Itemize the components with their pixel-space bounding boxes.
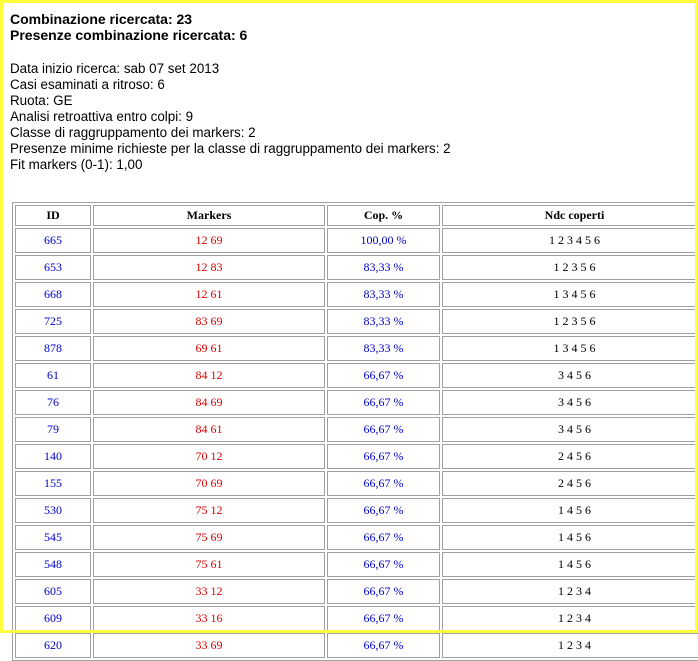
cell-ndc: 2 4 5 6 [442,444,698,469]
info-grouping-class: Classe di raggruppamento dei markers: 2 [10,125,256,140]
cell-id: 61 [15,363,91,388]
table-row: 609 33 16 66,67 % 1 2 3 4 [15,606,698,631]
cell-id: 668 [15,282,91,307]
cell-cop: 83,33 % [327,309,440,334]
cell-cop: 66,67 % [327,525,440,550]
table-row: 725 83 69 83,33 % 1 2 3 5 6 [15,309,698,334]
table-row: 878 69 61 83,33 % 1 3 4 5 6 [15,336,698,361]
cell-markers: 83 69 [93,309,325,334]
cell-cop: 66,67 % [327,633,440,658]
cell-markers: 33 69 [93,633,325,658]
cell-id: 155 [15,471,91,496]
cell-id: 545 [15,525,91,550]
cell-id: 653 [15,255,91,280]
cell-id: 79 [15,417,91,442]
cell-cop: 66,67 % [327,552,440,577]
cell-markers: 12 69 [93,228,325,253]
cell-id: 665 [15,228,91,253]
cell-id: 609 [15,606,91,631]
cell-ndc: 3 4 5 6 [442,363,698,388]
search-info: Data inizio ricerca: sab 07 set 2013 Cas… [10,61,451,173]
table-row: 61 84 12 66,67 % 3 4 5 6 [15,363,698,388]
cell-cop: 66,67 % [327,498,440,523]
info-start-date: Data inizio ricerca: sab 07 set 2013 [10,61,220,76]
cell-markers: 75 12 [93,498,325,523]
col-header-id: ID [15,205,91,226]
table-row: 545 75 69 66,67 % 1 4 5 6 [15,525,698,550]
table-row: 76 84 69 66,67 % 3 4 5 6 [15,390,698,415]
cell-ndc: 1 2 3 5 6 [442,309,698,334]
cell-markers: 12 83 [93,255,325,280]
table-row: 653 12 83 83,33 % 1 2 3 5 6 [15,255,698,280]
cell-markers: 84 12 [93,363,325,388]
cell-ndc: 1 2 3 4 [442,633,698,658]
table-body: 665 12 69 100,00 % 1 2 3 4 5 6 653 12 83 83,33… [15,228,698,658]
cell-id: 140 [15,444,91,469]
cell-cop: 66,67 % [327,390,440,415]
presence-title: Presenze combinazione ricercata: 6 [10,27,248,43]
cell-markers: 75 69 [93,525,325,550]
cell-ndc: 1 2 3 5 6 [442,255,698,280]
cell-markers: 33 16 [93,606,325,631]
cell-cop: 83,33 % [327,282,440,307]
table-row: 79 84 61 66,67 % 3 4 5 6 [15,417,698,442]
cell-ndc: 2 4 5 6 [442,471,698,496]
cell-markers: 84 69 [93,390,325,415]
cell-markers: 12 61 [93,282,325,307]
table-header-row: ID Markers Cop. % Ndc coperti [15,205,698,226]
table-row: 155 70 69 66,67 % 2 4 5 6 [15,471,698,496]
cell-ndc: 1 4 5 6 [442,552,698,577]
cell-cop: 66,67 % [327,444,440,469]
cell-markers: 69 61 [93,336,325,361]
summary-header: Combinazione ricercata: 23 Presenze comb… [10,11,247,43]
cell-ndc: 3 4 5 6 [442,390,698,415]
info-fit-markers: Fit markers (0-1): 1,00 [10,157,143,172]
table-row: 530 75 12 66,67 % 1 4 5 6 [15,498,698,523]
cell-cop: 66,67 % [327,606,440,631]
cell-markers: 70 12 [93,444,325,469]
cell-id: 878 [15,336,91,361]
cell-cop: 83,33 % [327,255,440,280]
cell-markers: 70 69 [93,471,325,496]
cell-cop: 66,67 % [327,363,440,388]
cell-cop: 66,67 % [327,417,440,442]
cell-ndc: 1 2 3 4 [442,579,698,604]
cell-ndc: 1 3 4 5 6 [442,336,698,361]
cell-id: 620 [15,633,91,658]
cell-id: 605 [15,579,91,604]
info-cases-examined: Casi esaminati a ritroso: 6 [10,77,165,92]
cell-ndc: 1 4 5 6 [442,498,698,523]
table-row: 140 70 12 66,67 % 2 4 5 6 [15,444,698,469]
table-row: 620 33 69 66,67 % 1 2 3 4 [15,633,698,658]
cell-cop: 66,67 % [327,579,440,604]
col-header-markers: Markers [93,205,325,226]
cell-markers: 75 61 [93,552,325,577]
cell-cop: 83,33 % [327,336,440,361]
col-header-cop: Cop. % [327,205,440,226]
markers-table: ID Markers Cop. % Ndc coperti 665 12 69 10… [12,202,698,661]
cell-ndc: 1 3 4 5 6 [442,282,698,307]
table-row: 548 75 61 66,67 % 1 4 5 6 [15,552,698,577]
table-row: 665 12 69 100,00 % 1 2 3 4 5 6 [15,228,698,253]
cell-cop: 100,00 % [327,228,440,253]
cell-ndc: 3 4 5 6 [442,417,698,442]
info-retro-analysis: Analisi retroattiva entro colpi: 9 [10,109,194,124]
cell-ndc: 1 2 3 4 5 6 [442,228,698,253]
table-row: 668 12 61 83,33 % 1 3 4 5 6 [15,282,698,307]
cell-markers: 33 12 [93,579,325,604]
col-header-ndc: Ndc coperti [442,205,698,226]
combination-title: Combinazione ricercata: 23 [10,11,193,27]
cell-id: 548 [15,552,91,577]
cell-markers: 84 61 [93,417,325,442]
info-min-presence: Presenze minime richieste per la classe … [10,141,451,156]
cell-ndc: 1 2 3 4 [442,606,698,631]
cell-ndc: 1 4 5 6 [442,525,698,550]
table-row: 605 33 12 66,67 % 1 2 3 4 [15,579,698,604]
cell-cop: 66,67 % [327,471,440,496]
cell-id: 725 [15,309,91,334]
info-wheel: Ruota: GE [10,93,73,108]
cell-id: 530 [15,498,91,523]
cell-id: 76 [15,390,91,415]
